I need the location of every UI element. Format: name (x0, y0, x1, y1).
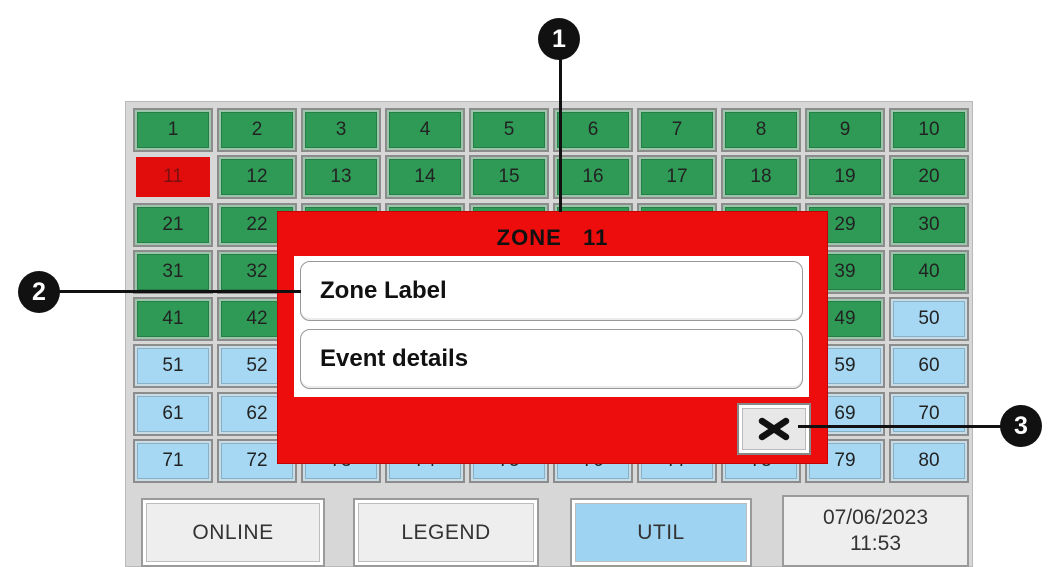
zone-cell-50[interactable]: 50 (889, 297, 969, 342)
zone-cell-17[interactable]: 17 (637, 155, 717, 200)
zone-cell-60[interactable]: 60 (889, 344, 969, 389)
modal-title: ZONE 11 (496, 225, 609, 250)
callout-1-marker: 1 (538, 18, 580, 60)
zone-cell-4[interactable]: 4 (385, 108, 465, 152)
zone-cell-14[interactable]: 14 (385, 155, 465, 200)
zone-cell-5[interactable]: 5 (469, 108, 549, 152)
zone-cell-9[interactable]: 9 (805, 108, 885, 152)
online-button[interactable]: ONLINE (141, 498, 325, 567)
datetime-display: 07/06/2023 11:53 (782, 495, 969, 567)
zone-cell-11[interactable]: 11 (136, 157, 210, 198)
zone-cell-13[interactable]: 13 (301, 155, 381, 200)
zone-cell-51[interactable]: 51 (133, 344, 213, 389)
zone-cell-18[interactable]: 18 (721, 155, 801, 200)
zone-cell-40[interactable]: 40 (889, 249, 969, 294)
zone-cell-41[interactable]: 41 (133, 297, 213, 342)
zone-cell-8[interactable]: 8 (721, 108, 801, 152)
zone-cell-6[interactable]: 6 (553, 108, 633, 152)
close-x-icon (758, 417, 790, 441)
zone-cell-16[interactable]: 16 (553, 155, 633, 200)
zone-cell-61[interactable]: 61 (133, 391, 213, 436)
zone-cell-31[interactable]: 31 (133, 249, 213, 294)
zone-cell-20[interactable]: 20 (889, 155, 969, 200)
zone-cell-12[interactable]: 12 (217, 155, 297, 200)
legend-button[interactable]: LEGEND (353, 498, 539, 567)
close-button[interactable] (737, 403, 811, 455)
callout-3-marker: 3 (1000, 405, 1042, 447)
zone-cell-3[interactable]: 3 (301, 108, 381, 152)
zone-cell-19[interactable]: 19 (805, 155, 885, 200)
zone-cell-10[interactable]: 10 (889, 108, 969, 152)
zone-cell-30[interactable]: 30 (889, 202, 969, 247)
date-text: 07/06/2023 (822, 506, 929, 529)
zone-cell-7[interactable]: 7 (637, 108, 717, 152)
bottom-bar: ONLINE LEGEND UTIL 07/06/2023 11:53 (133, 492, 969, 567)
util-button[interactable]: UTIL (570, 498, 752, 567)
event-details-option[interactable]: Event details (300, 329, 803, 389)
callout-2-marker: 2 (18, 271, 60, 313)
zone-cell-1[interactable]: 1 (133, 108, 213, 152)
callout-2-line (58, 290, 301, 293)
modal-option-list: Zone Label Event details (294, 256, 809, 397)
time-text: 11:53 (850, 532, 901, 555)
callout-1-line (559, 58, 562, 212)
zone-cell-2[interactable]: 2 (217, 108, 297, 152)
zone-cell-21[interactable]: 21 (133, 202, 213, 247)
zone-cell-15[interactable]: 15 (469, 155, 549, 200)
callout-3-line (798, 425, 1008, 428)
zone-cell-71[interactable]: 71 (133, 439, 213, 484)
zone-modal: ZONE 11 Zone Label Event details (277, 211, 828, 464)
zone-cell-70[interactable]: 70 (889, 391, 969, 436)
zone-label-option[interactable]: Zone Label (300, 261, 803, 321)
zone-cell-80[interactable]: 80 (889, 439, 969, 484)
